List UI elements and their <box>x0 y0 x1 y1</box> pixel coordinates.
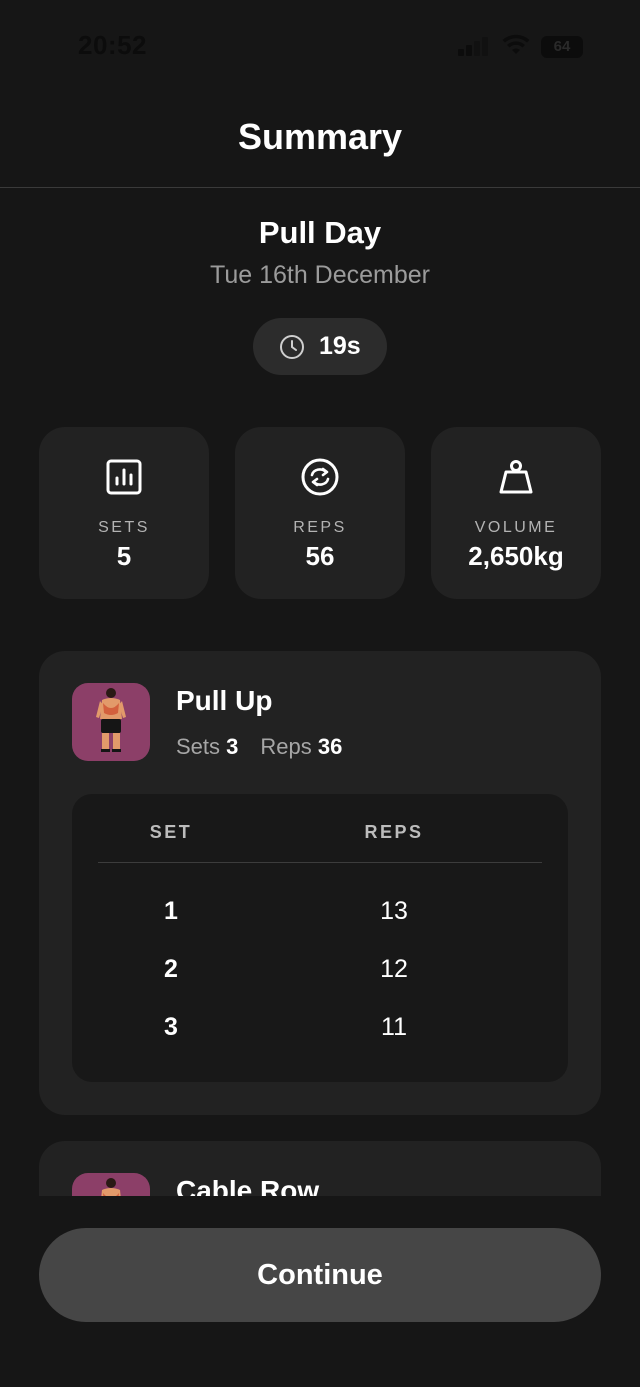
exercise-card-pull-up[interactable]: Pull Up Sets 3 Reps 36 SET REPS 1 13 2 12 <box>39 651 601 1115</box>
stat-card-sets: SETS 5 <box>39 427 209 599</box>
bar-chart-icon <box>106 459 142 495</box>
sets-label: Sets <box>176 734 221 759</box>
stat-label: SETS <box>98 519 150 536</box>
set-number: 2 <box>164 955 178 983</box>
sets-table: SET REPS 1 13 2 12 3 11 <box>72 794 568 1082</box>
set-reps: 12 <box>380 955 408 983</box>
continue-button[interactable]: Continue <box>39 1228 601 1322</box>
clock-icon <box>280 335 304 359</box>
exercise-name: Cable Row <box>176 1175 320 1196</box>
column-header-reps: REPS <box>364 822 424 842</box>
battery-indicator: 64 <box>541 36 583 58</box>
exercise-card-cable-row[interactable]: Cable Row <box>39 1141 601 1196</box>
repeat-icon <box>301 458 339 496</box>
bottom-bar: Continue <box>0 1196 640 1387</box>
stat-value: 5 <box>116 541 132 571</box>
cellular-signal-icon <box>458 36 490 56</box>
page-title: Summary <box>237 116 403 157</box>
reps-count: 36 <box>317 734 343 759</box>
status-bar: 20:52 64 <box>0 0 640 96</box>
weight-icon <box>499 460 533 494</box>
set-reps: 11 <box>381 1013 407 1041</box>
header: Summary <box>0 96 640 188</box>
reps-label: Reps <box>260 734 312 759</box>
exercise-thumbnail <box>72 1173 150 1196</box>
set-number: 1 <box>164 897 178 925</box>
table-row: 3 11 <box>72 1013 568 1053</box>
set-number: 3 <box>164 1013 178 1041</box>
muscle-figure-icon <box>101 1178 121 1196</box>
workout-date: Tue 16th December <box>209 261 431 289</box>
duration-value: 19s <box>319 332 361 360</box>
duration-badge: 19s <box>253 318 387 375</box>
stat-card-volume: VOLUME 2,650kg <box>431 427 601 599</box>
workout-summary-screen: 20:52 64 Summary Pull Day Tue 16th Decem… <box>0 0 640 1387</box>
stat-value: 2,650kg <box>468 541 564 571</box>
set-reps: 13 <box>380 897 408 925</box>
workout-name: Pull Day <box>258 215 382 250</box>
exercise-list[interactable]: Pull Up Sets 3 Reps 36 SET REPS 1 13 2 12 <box>0 600 640 1196</box>
stat-card-reps: REPS 56 <box>235 427 405 599</box>
table-row: 2 12 <box>72 955 568 995</box>
exercise-name: Pull Up <box>176 685 273 716</box>
table-row: 1 13 <box>72 897 568 937</box>
muscle-figure-icon <box>96 688 126 752</box>
exercise-summary: Sets 3 Reps 36 <box>176 734 342 760</box>
status-time: 20:52 <box>78 30 147 60</box>
column-header-set: SET <box>149 822 193 842</box>
stat-label: REPS <box>293 519 347 536</box>
stat-label: VOLUME <box>474 519 558 536</box>
stat-value: 56 <box>305 541 335 571</box>
table-divider <box>98 862 542 863</box>
wifi-icon <box>502 34 530 54</box>
exercise-thumbnail <box>72 683 150 761</box>
sets-count: 3 <box>226 734 239 759</box>
